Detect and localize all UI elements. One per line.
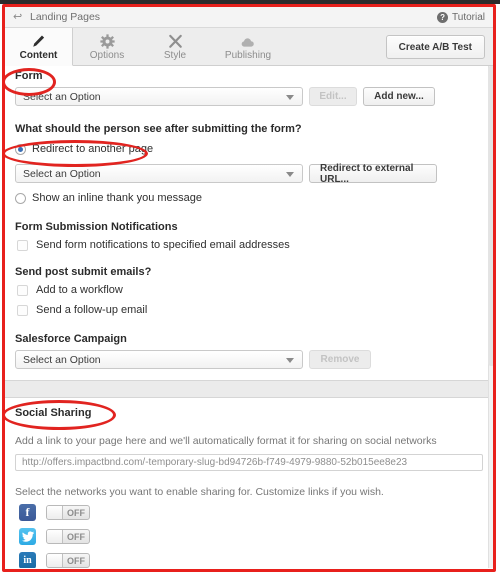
salesforce-campaign-title: Salesforce Campaign [15, 333, 127, 345]
gear-icon [99, 33, 115, 49]
form-add-new-button[interactable]: Add new... [363, 87, 435, 106]
content-panel: Form Select an Option Edit... Add new...… [5, 66, 493, 568]
twitter-toggle-knob [47, 530, 63, 543]
radio-redirect-label: Redirect to another page [32, 143, 154, 155]
window-top-edge [0, 0, 500, 4]
social-row-twitter: OFF [19, 528, 90, 545]
followup-option-row[interactable]: Send a follow-up email [17, 304, 147, 316]
tab-style-label: Style [163, 50, 187, 61]
editor-tab-strip: Content Options Style Publishing Create … [5, 28, 493, 66]
form-select-value: Select an Option [23, 90, 101, 103]
social-networks-helper: Select the networks you want to enable s… [15, 486, 384, 498]
tab-content[interactable]: Content [5, 28, 73, 66]
twitter-toggle[interactable]: OFF [46, 529, 90, 544]
linkedin-glyph: in [23, 555, 32, 566]
salesforce-select-value: Select an Option [23, 353, 101, 366]
post-submit-question: What should the person see after submitt… [15, 123, 302, 135]
tab-content-label: Content [19, 49, 58, 61]
back-arrow-icon[interactable]: ↩ [13, 11, 24, 23]
redirect-page-select-value: Select an Option [23, 167, 101, 180]
section-divider [5, 380, 493, 398]
landing-page-editor: ↩ Landing Pages ? Tutorial Content Optio… [0, 0, 500, 575]
notifications-checkbox[interactable] [17, 239, 28, 251]
chevron-down-icon [286, 95, 294, 100]
chevron-down-icon [286, 358, 294, 363]
scissors-x-icon [168, 33, 183, 49]
social-row-linkedin: in OFF [19, 552, 90, 568]
pencil-icon [31, 33, 46, 49]
facebook-toggle-state: OFF [67, 507, 85, 518]
tutorial-label: Tutorial [452, 12, 485, 23]
radio-inline-input[interactable] [15, 192, 26, 204]
cloud-icon [241, 33, 256, 49]
chevron-down-icon [286, 172, 294, 177]
facebook-icon[interactable]: f [19, 504, 36, 521]
breadcrumb-label[interactable]: Landing Pages [30, 11, 100, 23]
linkedin-toggle[interactable]: OFF [46, 553, 90, 568]
twitter-toggle-state: OFF [67, 531, 85, 542]
tab-options-label: Options [89, 50, 125, 61]
tab-style[interactable]: Style [141, 28, 209, 66]
form-select[interactable]: Select an Option [15, 87, 303, 106]
linkedin-toggle-state: OFF [67, 555, 85, 566]
social-url-input[interactable]: http://offers.impactbnd.com/-temporary-s… [15, 454, 483, 471]
workflow-option-label: Add to a workflow [36, 284, 123, 296]
create-ab-test-button[interactable]: Create A/B Test [385, 35, 485, 59]
social-row-facebook: f OFF [19, 504, 90, 521]
linkedin-icon[interactable]: in [19, 552, 36, 568]
post-submit-emails-title: Send post submit emails? [15, 266, 152, 278]
radio-redirect-input[interactable] [15, 143, 26, 155]
radio-inline-label: Show an inline thank you message [32, 192, 202, 204]
workflow-checkbox[interactable] [17, 284, 28, 296]
radio-redirect-row[interactable]: Redirect to another page [15, 143, 153, 155]
facebook-toggle-knob [47, 506, 63, 519]
panel-scrollbar-thumb[interactable] [488, 66, 495, 366]
facebook-toggle[interactable]: OFF [46, 505, 90, 520]
breadcrumb-bar: ↩ Landing Pages ? Tutorial [5, 7, 493, 28]
form-edit-button[interactable]: Edit... [309, 87, 357, 106]
form-notifications-title: Form Submission Notifications [15, 221, 178, 233]
notifications-option-label: Send form notifications to specified ema… [36, 239, 290, 251]
salesforce-remove-button[interactable]: Remove [309, 350, 371, 369]
followup-checkbox[interactable] [17, 304, 28, 316]
twitter-icon[interactable] [19, 528, 36, 545]
redirect-external-url-button[interactable]: Redirect to external URL... [309, 163, 437, 185]
social-sharing-helper: Add a link to your page here and we'll a… [15, 435, 437, 447]
question-circle-icon: ? [437, 12, 449, 23]
tab-publishing[interactable]: Publishing [209, 28, 287, 66]
notifications-option-row[interactable]: Send form notifications to specified ema… [17, 239, 290, 251]
form-section-title: Form [15, 70, 43, 82]
followup-option-label: Send a follow-up email [36, 304, 148, 316]
tab-options[interactable]: Options [73, 28, 141, 66]
linkedin-toggle-knob [47, 554, 63, 567]
radio-inline-row[interactable]: Show an inline thank you message [15, 192, 202, 204]
tab-publishing-label: Publishing [224, 50, 272, 61]
facebook-glyph: f [25, 505, 30, 519]
redirect-page-select[interactable]: Select an Option [15, 164, 303, 183]
tutorial-link[interactable]: ? Tutorial [437, 7, 485, 28]
salesforce-select[interactable]: Select an Option [15, 350, 303, 369]
social-url-value: http://offers.impactbnd.com/-temporary-s… [22, 457, 408, 468]
workflow-option-row[interactable]: Add to a workflow [17, 284, 123, 296]
social-sharing-title: Social Sharing [15, 407, 92, 419]
